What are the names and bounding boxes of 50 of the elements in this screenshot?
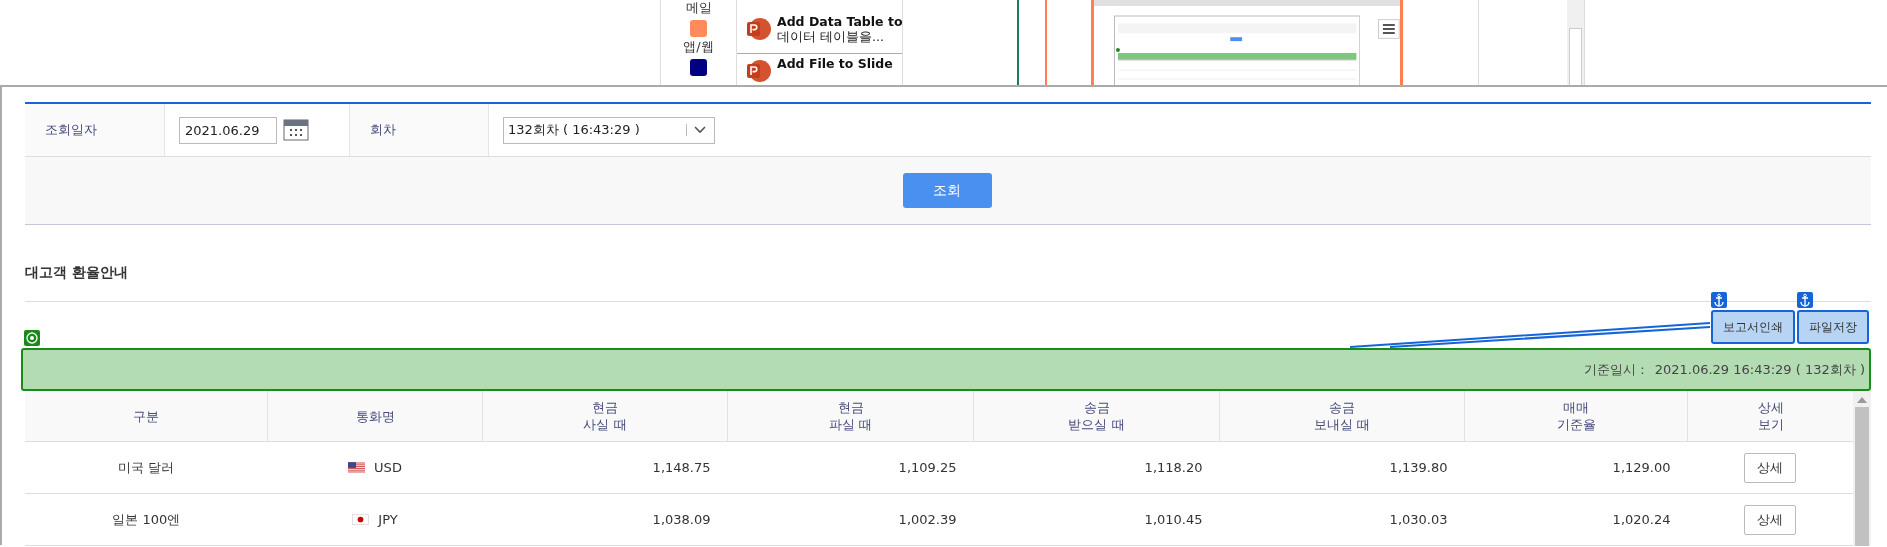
category-label[interactable]: 메일 [685,1,712,15]
currency-code: USD [374,459,402,475]
column-header: 현금 파실 때 [727,391,974,442]
table-cell: 1,139.80 [1219,441,1465,494]
table-cell: 일본 100엔 [25,493,268,546]
table-cell: 1,020.24 [1464,493,1688,546]
anchor-icon[interactable] [1797,292,1813,308]
date-label: 조회일자 [25,104,165,156]
calendar-icon[interactable] [283,119,309,141]
menu-icon[interactable] [1378,19,1400,39]
table-cell: 1,038.09 [482,493,728,546]
column-header: 통화명 [267,391,483,442]
column-header: 송금 받으실 때 [973,391,1220,442]
action-title[interactable]: Add File to Slide [777,56,893,71]
round-dropdown[interactable]: 132회차 ( 16:43:29 ) [503,116,715,144]
action-description: 데이터 테이블을... [777,29,885,46]
column-header: 송금 보내실 때 [1219,391,1465,442]
table-cell: 1,129.00 [1464,441,1688,494]
column-header: 현금 사실 때 [482,391,728,442]
table-cell: 1,148.75 [482,441,728,494]
table-cell: 미국 달러 [25,441,268,494]
round-label: 회차 [349,104,489,156]
presentation-app-icon [745,58,771,84]
table-cell: 1,030.03 [1219,493,1465,546]
date-field[interactable]: 2021.06.29 [179,116,277,144]
detail-button[interactable]: 상세 [1744,452,1797,483]
toolbar-button[interactable]: 파일저장 [1797,310,1869,344]
anchor-icon[interactable] [1711,292,1727,308]
section-title: 대고객 환율안내 [25,263,128,282]
table-cell: 1,002.39 [727,493,974,546]
column-header: 매매 기준율 [1464,391,1688,442]
detail-button[interactable]: 상세 [1744,504,1797,535]
slide-thumbnail-drawing[interactable] [1114,15,1361,85]
table-cell: 1,010.45 [973,493,1220,546]
base-time-label: 기준일시 : [1584,360,1645,379]
category-label[interactable]: 앱/웹 [683,40,714,54]
table-cell: 1,118.20 [973,441,1220,494]
toolbar-button[interactable]: 보고서인쇄 [1711,310,1795,344]
target-icon[interactable] [24,330,40,346]
action-title[interactable]: Add Data Table to [777,14,903,29]
scrollbar[interactable] [1567,0,1585,85]
scrollbar[interactable] [1853,391,1871,546]
currency-code: JPY [378,511,398,527]
table-cell: 1,109.25 [727,441,974,494]
column-header: 상세 보기 [1687,391,1853,442]
chevron-down-icon [694,126,706,134]
base-time-value: 2021.06.29 16:43:29 ( 132회차 ) [1654,360,1865,379]
presentation-app-icon [745,16,771,42]
scroll-up-icon[interactable] [1857,397,1867,403]
column-header: 구분 [25,391,268,442]
